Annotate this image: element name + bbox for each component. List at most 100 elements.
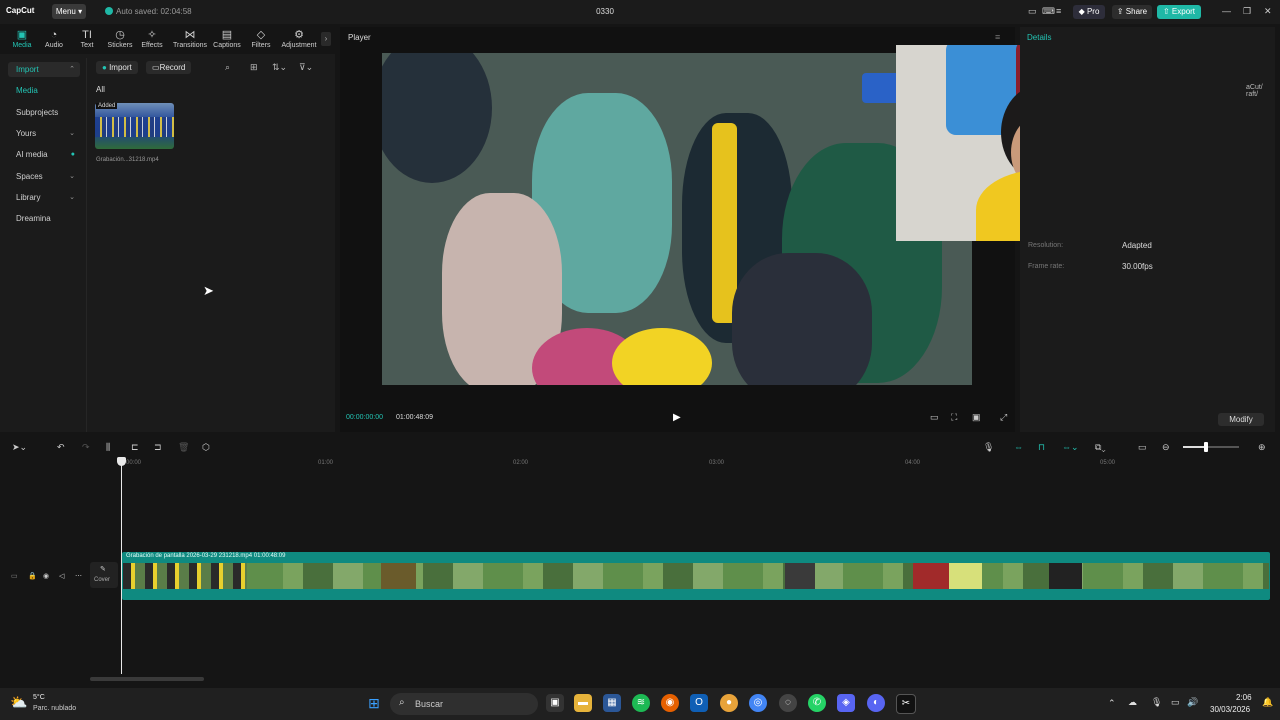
- video-preview[interactable]: [382, 53, 972, 385]
- export-button[interactable]: ⇧ Export: [1157, 5, 1201, 19]
- maximize-icon[interactable]: ❐: [1243, 6, 1251, 17]
- share-button[interactable]: ⇪ Share: [1112, 5, 1152, 19]
- nav-yours[interactable]: Yours ⌄: [8, 126, 80, 141]
- nav-spaces[interactable]: Spaces ⌄: [8, 169, 80, 184]
- tab-stickers[interactable]: ◷ Stickers: [104, 28, 136, 49]
- redo-icon[interactable]: ↷: [82, 442, 90, 453]
- eye-icon[interactable]: ◉: [43, 572, 49, 580]
- taskbar-search[interactable]: [390, 693, 538, 715]
- audio-toggle-icon[interactable]: ◁: [59, 572, 64, 580]
- volume-icon[interactable]: 🔊: [1187, 697, 1198, 708]
- modify-button[interactable]: Modify: [1218, 413, 1264, 426]
- nav-subprojects[interactable]: Subprojects: [8, 105, 80, 120]
- menu-button[interactable]: Menu ▾: [52, 4, 86, 19]
- select-tool-icon[interactable]: ➤⌄: [12, 442, 27, 453]
- player-title: Player: [348, 33, 371, 42]
- split-left-icon[interactable]: ⊏: [131, 442, 139, 453]
- chrome-icon[interactable]: ◎: [749, 694, 767, 712]
- preview-axis-icon[interactable]: ⧉⌄: [1095, 442, 1106, 453]
- tab-captions[interactable]: ▤ Captions: [211, 28, 243, 49]
- playhead[interactable]: [121, 460, 122, 674]
- cover-label: Cover: [94, 577, 111, 583]
- nav-library[interactable]: Library ⌄: [8, 190, 80, 205]
- close-icon[interactable]: ✕: [1264, 6, 1272, 17]
- nav-media[interactable]: Media: [8, 83, 80, 98]
- nav-import[interactable]: Import ⌃: [8, 62, 80, 77]
- tab-adjustment[interactable]: ⚙ Adjustment: [280, 28, 318, 49]
- windows-start-icon[interactable]: ⊞: [365, 694, 383, 712]
- tab-filters[interactable]: ◇ Filters: [245, 28, 277, 49]
- mic-icon[interactable]: 🎙: [1151, 697, 1162, 708]
- snap-icon[interactable]: ⇔⌄: [1062, 442, 1079, 453]
- clip-name: Grabación...31218.mp4: [96, 157, 159, 163]
- zoom-fit-icon[interactable]: ⊕: [1258, 442, 1266, 453]
- capcut-icon[interactable]: ✂: [896, 694, 916, 714]
- app-icon[interactable]: ●: [720, 694, 738, 712]
- frame-strip: [785, 563, 815, 589]
- split-icon[interactable]: ⫼: [106, 442, 110, 453]
- search-icon[interactable]: ⌕: [225, 62, 230, 73]
- outlook-icon[interactable]: O: [690, 694, 708, 712]
- tab-media[interactable]: ▣ Media: [6, 28, 38, 49]
- settings-menu-icon[interactable]: ≡: [1056, 6, 1061, 16]
- tabs-more-icon[interactable]: ›: [321, 32, 331, 46]
- network-icon[interactable]: ▭: [1171, 697, 1180, 708]
- filter-icon[interactable]: ⊽⌄: [299, 62, 313, 73]
- marker-icon[interactable]: ⬡: [202, 442, 210, 453]
- delete-icon[interactable]: 🗑: [178, 442, 189, 453]
- pro-button[interactable]: ◆ Pro: [1073, 5, 1105, 19]
- discord-icon[interactable]: ◐: [867, 694, 885, 712]
- game-icon[interactable]: ◈: [837, 694, 855, 712]
- split-right-icon[interactable]: ⊐: [154, 442, 162, 453]
- nav-dreamina[interactable]: Dreamina: [8, 211, 80, 226]
- cloud-icon[interactable]: ☁: [1128, 697, 1137, 708]
- magnet-icon[interactable]: ⊓: [1038, 442, 1045, 453]
- file-explorer-icon[interactable]: ▬: [574, 694, 592, 712]
- minimize-icon[interactable]: —: [1222, 6, 1231, 16]
- grid-view-icon[interactable]: ⊞: [250, 62, 258, 73]
- clock-date[interactable]: 30/03/2026: [1210, 705, 1250, 714]
- undo-icon[interactable]: ↶: [57, 442, 65, 453]
- tab-audio[interactable]: ◔ Audio: [38, 28, 70, 49]
- task-view-icon[interactable]: ▣: [546, 694, 564, 712]
- app-icon[interactable]: ◌: [779, 694, 797, 712]
- track-thumbnail-toggle-icon[interactable]: ▭: [11, 572, 18, 580]
- microphone-icon[interactable]: 🎙: [983, 442, 994, 453]
- more-icon[interactable]: ⋯: [75, 572, 82, 580]
- zoom-slider-handle[interactable]: [1204, 442, 1208, 452]
- timeline-scrollbar[interactable]: [90, 677, 204, 681]
- firefox-icon[interactable]: ◉: [661, 694, 679, 712]
- ratio-icon[interactable]: ▭: [930, 412, 939, 423]
- lock-icon[interactable]: 🔒: [28, 572, 37, 580]
- tab-effects[interactable]: ✧ Effects: [136, 28, 168, 49]
- crop-icon[interactable]: ⛶: [951, 412, 957, 423]
- clock-time[interactable]: 2:06: [1236, 693, 1252, 702]
- media-thumbnail[interactable]: [95, 103, 174, 149]
- link-icon[interactable]: ⇔: [1014, 442, 1023, 452]
- notification-icon[interactable]: 🔔: [1262, 697, 1273, 708]
- zoom-out-icon[interactable]: ⊖: [1162, 442, 1170, 453]
- spotify-icon[interactable]: ≋: [632, 694, 650, 712]
- chevron-down-icon: ⌄: [69, 173, 75, 180]
- sort-icon[interactable]: ⇅⌄: [272, 62, 287, 73]
- tab-text[interactable]: TI Text: [71, 28, 103, 49]
- fullscreen-icon[interactable]: ⤢: [1000, 412, 1007, 423]
- import-button[interactable]: ● Import: [96, 61, 138, 74]
- weather-icon[interactable]: ⛅: [10, 694, 27, 711]
- chevron-up-icon[interactable]: ⌃: [1108, 698, 1116, 709]
- player-menu-icon[interactable]: ≡: [995, 32, 1000, 42]
- shortcuts-icon[interactable]: ⌨: [1042, 6, 1055, 17]
- aspect-ratio-icon[interactable]: ▣: [972, 412, 981, 423]
- record-button[interactable]: ▭Record: [146, 61, 192, 74]
- play-button[interactable]: ▶: [673, 412, 681, 423]
- playhead-handle[interactable]: [117, 457, 126, 466]
- time-tick: 03:00: [709, 460, 725, 466]
- nav-ai-media[interactable]: AI media ●: [8, 147, 80, 162]
- caption-icon[interactable]: ▭: [1138, 442, 1147, 453]
- store-icon[interactable]: ▦: [603, 694, 621, 712]
- project-name[interactable]: 0330: [580, 7, 630, 16]
- layout-icon[interactable]: ▭: [1028, 6, 1037, 17]
- filter-all[interactable]: All: [96, 85, 105, 94]
- tab-transitions[interactable]: ⋈ Transitions: [172, 28, 208, 49]
- whatsapp-icon[interactable]: ✆: [808, 694, 826, 712]
